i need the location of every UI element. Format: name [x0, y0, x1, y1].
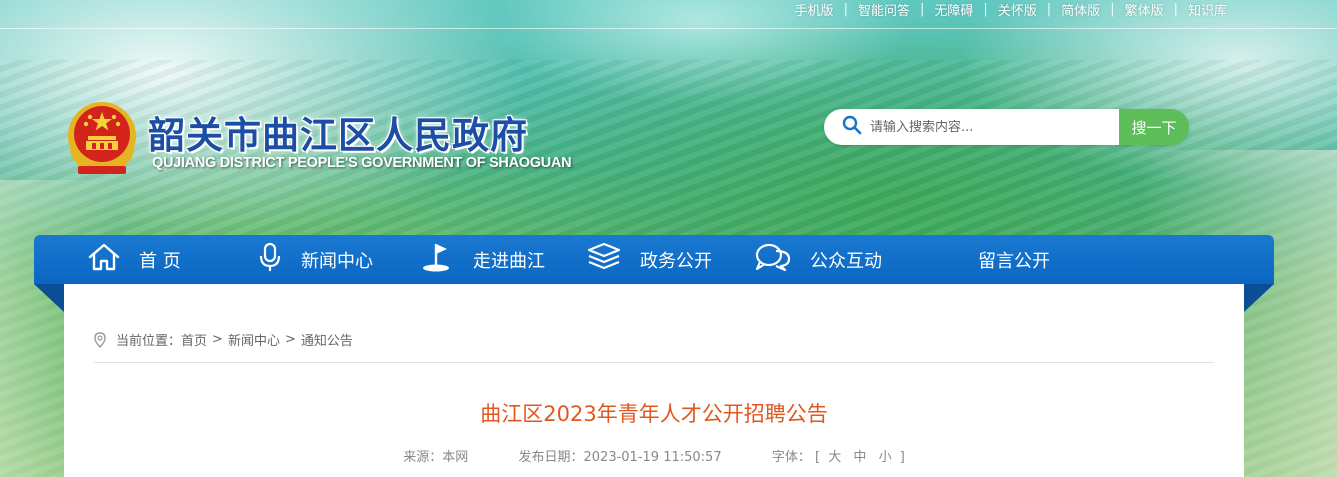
stack-icon [586, 242, 640, 277]
content-panel: 当前位置： 首页 > 新闻中心 > 通知公告 曲江区2023年青年人才公开招聘公… [64, 284, 1244, 477]
nav-label: 首 页 [139, 250, 181, 272]
search-input[interactable] [870, 119, 1100, 135]
source-value: 本网 [442, 450, 469, 465]
breadcrumb-separator: > [212, 332, 223, 347]
divider: | [843, 1, 848, 17]
bracket: [ [815, 450, 821, 465]
nav-item-about-qujiang[interactable]: 走进曲江 [421, 235, 545, 284]
main-nav: 首 页 新闻中心 走进曲江 政务公开 公众互动 留言公开 [34, 235, 1274, 284]
breadcrumb-news[interactable]: 新闻中心 [228, 330, 280, 349]
font-size-label: 字体： [771, 450, 811, 465]
date-value: 2023-01-19 11:50:57 [583, 450, 722, 465]
nav-item-public-interaction[interactable]: 公众互动 [754, 235, 882, 284]
top-link-accessibility[interactable]: 无障碍 [924, 0, 983, 19]
article-title: 曲江区2023年青年人才公开招聘公告 [480, 402, 828, 426]
header-divider [0, 28, 1337, 29]
search-button[interactable]: 搜一下 [1119, 109, 1189, 145]
chat-icon [754, 242, 810, 277]
top-links-bar: 手机版 | 智能问答 | 无障碍 | 关怀版 | 简体版 | 繁体版 | 知识库 [785, 0, 1237, 19]
breadcrumb-home[interactable]: 首页 [181, 330, 207, 349]
divider: | [983, 1, 988, 17]
nav-item-home[interactable]: 首 页 [87, 235, 181, 284]
nav-label: 公众互动 [810, 250, 882, 272]
top-link-knowledge-base[interactable]: 知识库 [1178, 0, 1237, 19]
national-emblem-logo[interactable] [64, 100, 140, 178]
article-meta: 来源：本网 发布日期：2023-01-19 11:50:57 字体： [ 大 中… [64, 446, 1244, 465]
nav-label: 留言公开 [978, 250, 1050, 272]
divider: | [1173, 1, 1178, 17]
search-icon[interactable] [842, 115, 862, 139]
search-field [824, 109, 1119, 145]
breadcrumb-separator: > [284, 332, 296, 347]
top-link-smart-qa[interactable]: 智能问答 [848, 0, 920, 19]
search-box: 搜一下 [824, 109, 1189, 145]
top-link-mobile[interactable]: 手机版 [785, 0, 844, 19]
font-small-button[interactable]: 小 [879, 446, 892, 465]
nav-item-news[interactable]: 新闻中心 [257, 235, 373, 284]
divider: | [1046, 1, 1052, 17]
breadcrumb-notices[interactable]: 通知公告 [301, 330, 353, 349]
top-link-traditional[interactable]: 繁体版 [1115, 0, 1174, 19]
site-title[interactable]: 韶关市曲江区人民政府 [148, 105, 528, 159]
breadcrumb: 当前位置： 首页 > 新闻中心 > 通知公告 [94, 330, 353, 349]
date-label: 发布日期： [518, 450, 584, 465]
divider: | [1110, 1, 1115, 17]
site-subtitle: QUJIANG DISTRICT PEOPLE'S GOVERNMENT OF … [152, 155, 572, 171]
bracket: ] [899, 450, 905, 465]
font-medium-button[interactable]: 中 [853, 446, 866, 465]
home-icon [87, 242, 139, 277]
top-link-simplified[interactable]: 简体版 [1051, 0, 1110, 19]
nav-item-gov-affairs[interactable]: 政务公开 [586, 235, 712, 284]
nav-item-message-board[interactable]: 留言公开 [978, 235, 1050, 284]
top-link-care-mode[interactable]: 关怀版 [988, 0, 1047, 19]
breadcrumb-prefix: 当前位置： [116, 334, 182, 349]
divider [94, 362, 1214, 363]
nav-ribbon-fold [34, 284, 64, 312]
nav-label: 新闻中心 [301, 250, 373, 272]
microphone-icon [257, 242, 301, 277]
nav-ribbon-fold [1244, 284, 1274, 312]
font-large-button[interactable]: 大 [828, 446, 841, 465]
divider: | [919, 1, 925, 17]
source-label: 来源： [403, 450, 443, 465]
nav-label: 政务公开 [640, 250, 712, 272]
nav-label: 走进曲江 [473, 250, 545, 272]
location-pin-icon [94, 331, 106, 348]
flag-icon [421, 241, 473, 278]
